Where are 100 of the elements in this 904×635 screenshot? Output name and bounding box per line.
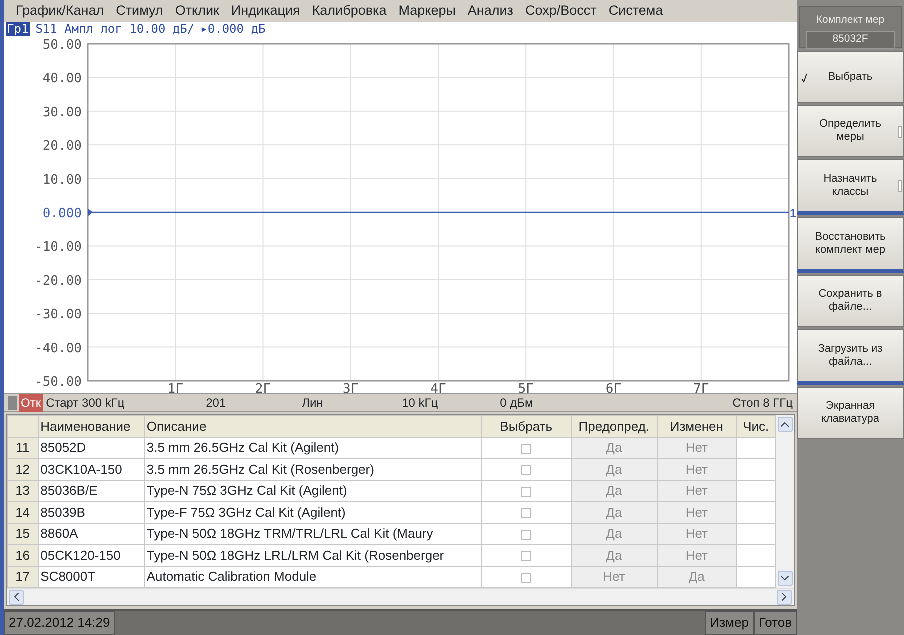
table-cell: Да [571,502,658,523]
scroll-left-icon[interactable] [9,590,24,604]
table-cell: Type-N 75Ω 3GHz Cal Kit (Agilent) [144,480,482,502]
x-axis-label: 6Г [606,382,622,393]
softkey-button[interactable]: Назначить классы [797,159,904,215]
softkey-button[interactable]: Сохранить в файле... [797,275,904,327]
table-cell: Да [657,566,737,588]
table-cell: Нет [571,566,658,588]
x-axis-label: 2Г [255,382,272,393]
y-axis-label: 50.00 [42,38,82,53]
x-axis-label: 1Г [168,382,184,393]
menu-item[interactable]: График/Канал [10,0,110,22]
checkbox[interactable] [521,572,532,583]
y-axis-label: 0.000 [42,206,82,222]
row-number: 17 [8,566,38,588]
y-axis-label: -10.00 [35,240,82,256]
table-cell: Да [571,523,658,544]
table-cell: Type-F 75Ω 3GHz Cal Kit (Agilent) [144,502,482,523]
table-cell: 3.5 mm 26.5GHz Cal Kit (Agilent) [144,437,482,458]
table-cell: 05CK120-150 [38,544,144,566]
submenu-indicator-icon [898,126,902,138]
table-cell: Нет [657,437,737,458]
row-number: 15 [8,523,38,544]
table-cell: Type-N 50Ω 18GHz LRL/LRM Cal Kit (Rosenberger [144,544,482,566]
checkbox[interactable] [521,486,532,497]
mode-status: Измер [705,611,754,635]
power-level: 0 дБм [500,394,534,412]
status-indicator-icon [8,396,17,410]
trace-end-label: 1 [790,206,797,220]
column-header[interactable]: Выбрать [481,416,572,437]
ready-status: Готов [754,611,797,635]
softkey-button[interactable]: Определить меры [797,105,904,157]
x-axis-label: 4Г [430,382,446,393]
x-axis-label: 5Г [518,382,534,393]
trace-tag[interactable]: Гр1 [6,22,30,36]
menu-item[interactable]: Отклик [169,0,226,22]
stop-frequency: Стоп 8 ГГц [732,394,793,412]
table-cell: Да [571,437,658,458]
checkbox[interactable] [521,551,532,562]
date-time: 27.02.2012 14:29 [4,611,116,635]
column-header[interactable]: Наименование [38,416,144,437]
y-axis-label: 40.00 [42,72,82,87]
scroll-up-icon[interactable] [778,417,793,432]
horizontal-scrollbar[interactable] [7,588,794,605]
table-cell: 03CK10A-150 [38,458,144,480]
table-cell: Да [571,458,658,480]
table-cell: Да [571,480,658,502]
menu-item[interactable]: Стимул [110,0,170,22]
table-cell: Нет [657,458,737,480]
table-cell: 85039B [38,502,144,523]
table-cell: 85036B/E [38,480,144,502]
vertical-scrollbar[interactable] [776,415,794,588]
y-axis-label: 10.00 [42,172,82,188]
table-cell: Нет [657,502,737,523]
menu-item[interactable]: Сохр/Восст [520,0,603,22]
y-axis-label: -50.00 [35,375,82,390]
column-header[interactable]: Предопред. [571,416,658,437]
table-cell: Нет [657,480,737,502]
menu-item[interactable]: Индикация [225,0,306,22]
checkbox[interactable] [521,530,532,540]
table-cell: Нет [657,523,737,544]
scroll-right-icon[interactable] [777,590,792,604]
column-header[interactable]: Чис. [736,416,776,437]
points-count: 201 [206,394,228,412]
checkbox[interactable] [521,444,532,454]
submenu-indicator-icon [898,180,902,192]
y-axis-label: -20.00 [35,274,82,289]
table-cell: 3.5 mm 26.5GHz Cal Kit (Rosenberger) [144,458,482,480]
menu-item[interactable]: Система [602,0,670,22]
row-number: 16 [8,544,38,566]
y-axis-label: 30.00 [42,105,82,120]
if-bandwidth: 10 kГц [402,394,440,412]
column-header[interactable]: Описание [144,416,482,437]
trace-settings: S11 Ампл лог 10.00 дБ/ [36,22,195,36]
softkey-title: Комплект мер [816,14,885,26]
reference-level: ▸0.000 дБ [200,22,266,36]
row-number: 13 [8,480,38,502]
menu-item[interactable]: Калибровка [306,0,393,22]
table-cell: 8860A [38,523,144,544]
table-cell: Type-N 50Ω 18GHz TRM/TRL/LRL Cal Kit (Maury [144,523,482,544]
channel-state: Отк [19,394,44,412]
softkey-button[interactable]: Восстановить комплект мер [797,217,904,273]
softkey-button[interactable]: Выбрать [797,51,904,103]
menu-item[interactable]: Анализ [462,0,520,22]
table-cell: Да [571,544,658,566]
y-axis-label: -30.00 [35,308,82,323]
x-axis-label: 3Г [343,382,359,393]
row-number: 14 [8,502,38,523]
column-header[interactable]: Изменен [657,416,737,437]
y-axis-label: -40.00 [35,341,82,356]
row-number: 12 [8,458,38,480]
selected-kit-value: 85032F [806,30,895,48]
scroll-down-icon[interactable] [778,571,793,586]
check-icon [801,72,808,85]
softkey-button[interactable]: Загрузить из файла... [797,329,904,385]
y-axis-label: 20.00 [42,139,82,154]
menu-item[interactable]: Маркеры [392,0,462,22]
checkbox[interactable] [521,508,532,518]
softkey-button[interactable]: Экранная клавиатура [797,387,904,439]
checkbox[interactable] [521,465,532,476]
